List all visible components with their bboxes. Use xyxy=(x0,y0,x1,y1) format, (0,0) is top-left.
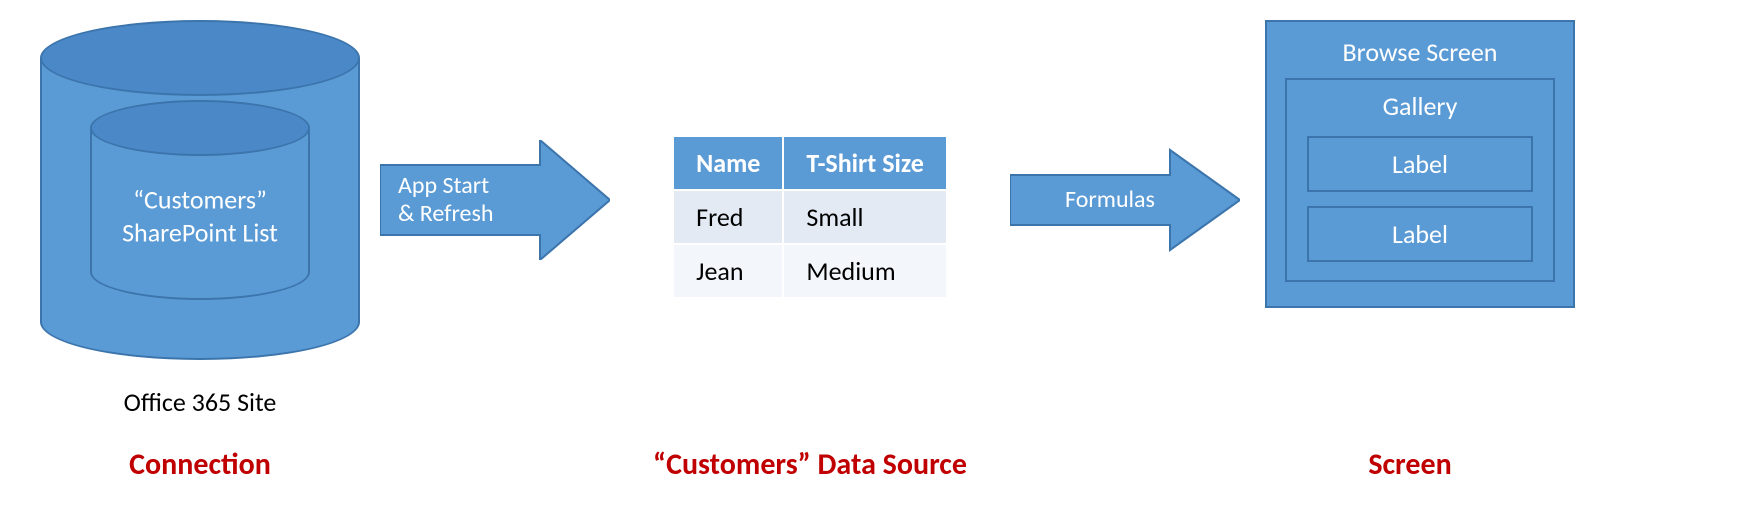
gallery-label: Label xyxy=(1307,136,1533,192)
col-header-size: T-Shirt Size xyxy=(783,136,946,190)
office365-site-cylinder: “Customers” SharePoint List xyxy=(30,20,370,380)
gallery-label: Label xyxy=(1307,206,1533,262)
arrow-app-start-label: App Start & Refresh xyxy=(380,140,610,260)
screen-column: Browse Screen Gallery Label Label xyxy=(1250,20,1590,308)
table-row: Jean Medium xyxy=(673,244,947,298)
sharepoint-list-label: “Customers” SharePoint List xyxy=(90,184,310,249)
architecture-diagram: “Customers” SharePoint List Office 365 S… xyxy=(20,20,1722,418)
arrow-right-icon: App Start & Refresh xyxy=(380,140,610,260)
cell-size: Medium xyxy=(783,244,946,298)
caption-screen: Screen xyxy=(1240,446,1580,483)
customers-table: Name T-Shirt Size Fred Small Jean Medium xyxy=(672,135,948,299)
sharepoint-list-cylinder: “Customers” SharePoint List xyxy=(90,100,310,300)
gallery-title: Gallery xyxy=(1301,90,1539,122)
cell-size: Small xyxy=(783,190,946,244)
browse-screen: Browse Screen Gallery Label Label xyxy=(1265,20,1575,308)
site-label: Office 365 Site xyxy=(124,386,277,418)
cell-name: Jean xyxy=(673,244,783,298)
caption-row: Connection “Customers” Data Source Scree… xyxy=(20,446,1722,483)
arrow-right-icon: Formulas xyxy=(1010,140,1240,260)
sharepoint-list-name: “Customers” xyxy=(133,184,267,216)
cell-name: Fred xyxy=(673,190,783,244)
table-header-row: Name T-Shirt Size xyxy=(673,136,947,190)
sharepoint-list-type: SharePoint List xyxy=(122,216,278,248)
table-row: Fred Small xyxy=(673,190,947,244)
arrow-app-start: App Start & Refresh xyxy=(380,20,610,260)
arrow-formulas: Formulas xyxy=(1010,20,1240,260)
data-source-column: Name T-Shirt Size Fred Small Jean Medium xyxy=(610,20,1010,299)
screen-title: Browse Screen xyxy=(1285,36,1555,68)
col-header-name: Name xyxy=(673,136,783,190)
gallery-container: Gallery Label Label xyxy=(1285,78,1555,282)
caption-data-source: “Customers” Data Source xyxy=(610,446,1010,483)
caption-connection: Connection xyxy=(20,446,380,483)
connection-column: “Customers” SharePoint List Office 365 S… xyxy=(20,20,380,418)
arrow-formulas-label: Formulas xyxy=(1010,140,1240,260)
